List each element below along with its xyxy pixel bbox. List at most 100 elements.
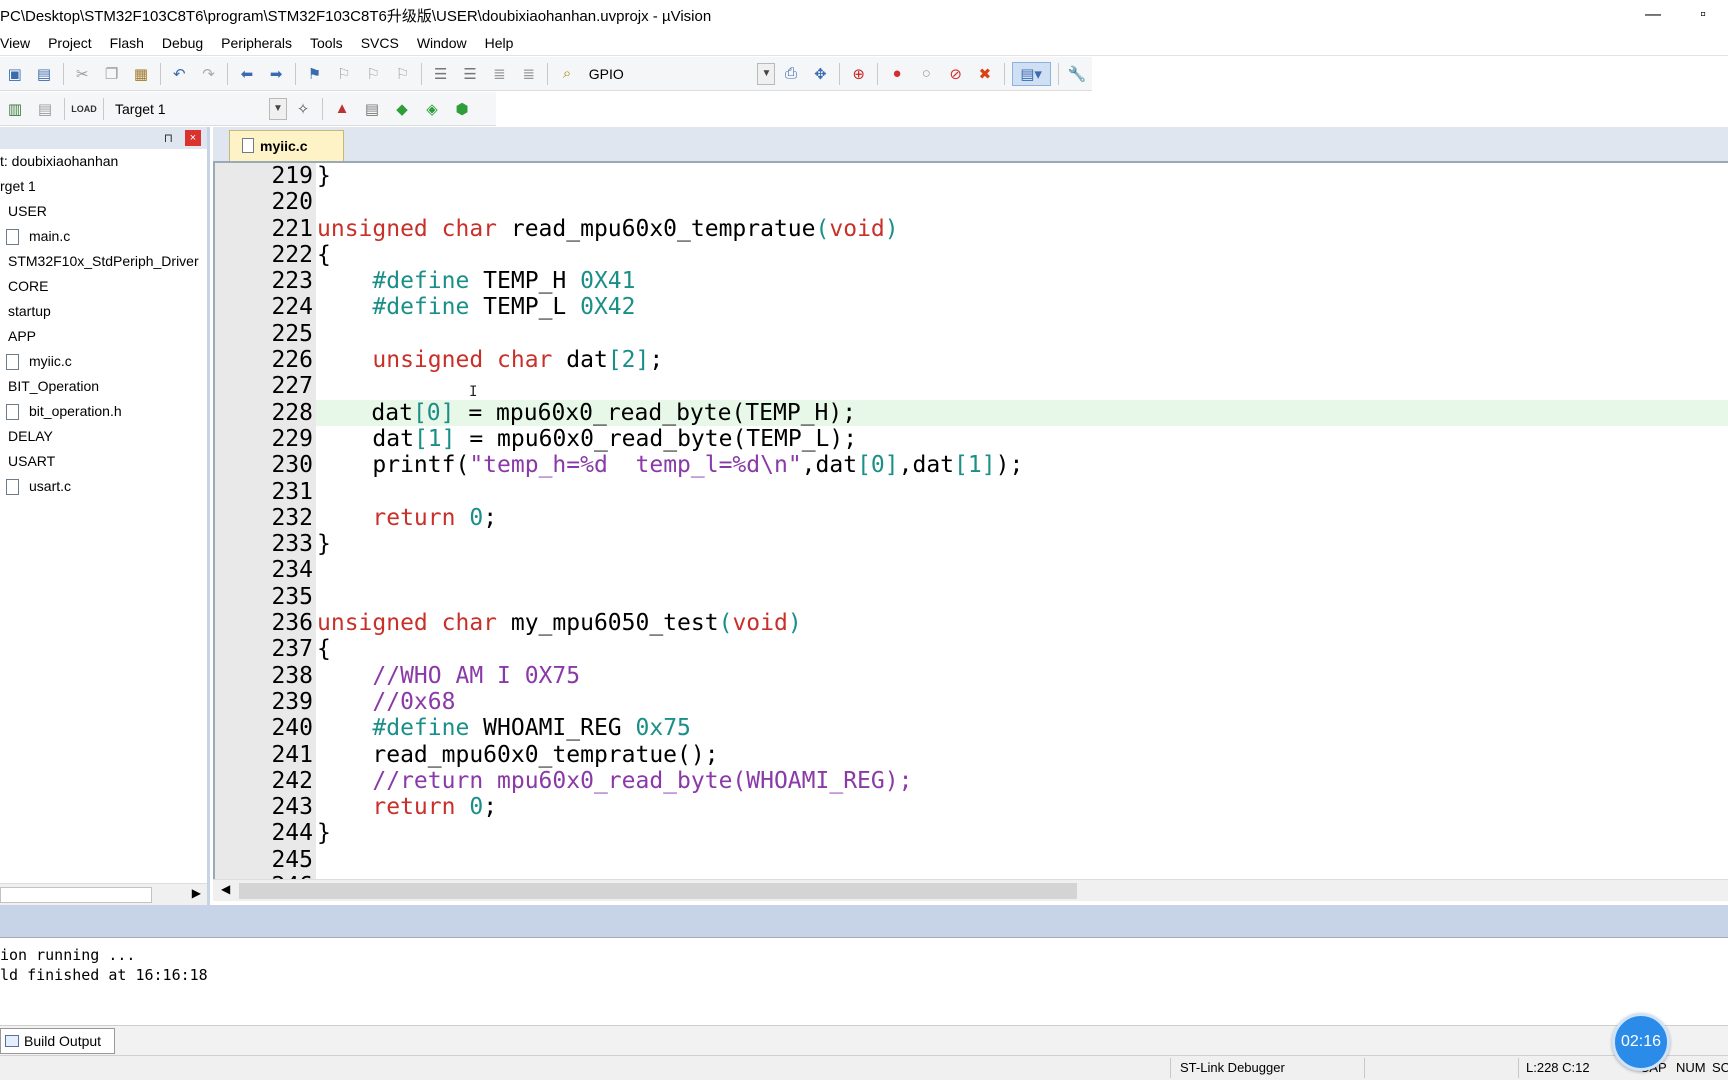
comment-icon[interactable]: ≣ xyxy=(488,62,511,86)
code-line[interactable]: 231 xyxy=(215,479,1728,505)
disable-breakpoint-icon[interactable]: ○ xyxy=(915,62,938,86)
editor-horizontal-scrollbar[interactable]: ◀ xyxy=(213,879,1728,901)
tree-group-item[interactable]: APP xyxy=(0,324,207,349)
tree-group-item[interactable]: USART xyxy=(0,449,207,474)
code-line[interactable]: 219} xyxy=(215,163,1728,189)
breakpoint-icon[interactable]: ● xyxy=(885,62,908,86)
paste-icon[interactable]: ▦ xyxy=(129,62,152,86)
code-line[interactable]: 240 #define WHOAMI_REG 0x75 xyxy=(215,715,1728,741)
code-line[interactable]: 243 return 0; xyxy=(215,794,1728,820)
code-line[interactable]: 225 xyxy=(215,321,1728,347)
find-combo[interactable]: GPIO ▼ xyxy=(582,62,777,86)
tree-file-item[interactable]: bit_operation.h xyxy=(0,399,207,424)
code-line[interactable]: 221 unsigned char read_mpu60x0_tempratue(… xyxy=(215,216,1728,242)
code-line[interactable]: 241 read_mpu60x0_tempratue(); xyxy=(215,742,1728,768)
code-line[interactable]: 232 return 0; xyxy=(215,505,1728,531)
unindent-icon[interactable]: ☰ xyxy=(458,62,481,86)
code-line[interactable]: 233} xyxy=(215,531,1728,557)
code-line[interactable]: 228 dat[0] = mpu60x0_read_byte(TEMP_H); xyxy=(215,399,1728,426)
pane-splitter[interactable] xyxy=(0,905,1728,938)
wrench-icon[interactable]: 🔧 xyxy=(1066,62,1089,86)
chevron-down-icon[interactable]: ▼ xyxy=(757,62,776,85)
code-line[interactable]: 227 xyxy=(215,373,1728,399)
tab-myiic-c[interactable]: myiic.c xyxy=(229,130,344,161)
select-packs-icon[interactable]: ▤ xyxy=(360,97,384,121)
manage-rte-icon[interactable]: ◆ xyxy=(390,97,414,121)
code-line[interactable]: 235 xyxy=(215,584,1728,610)
menu-tools[interactable]: Tools xyxy=(301,30,352,56)
menu-help[interactable]: Help xyxy=(476,30,523,56)
code-line[interactable]: 238 //WHO AM I 0X75 xyxy=(215,663,1728,689)
window-layout-icon[interactable]: ▤▾ xyxy=(1011,61,1051,86)
build-icon[interactable]: ▥ xyxy=(3,97,27,121)
kill-breakpoints-icon[interactable]: ✖ xyxy=(973,62,996,86)
menu-svcs[interactable]: SVCS xyxy=(352,30,408,56)
code-line[interactable]: 222{ xyxy=(215,242,1728,268)
close-icon[interactable]: × xyxy=(185,130,201,146)
menu-window[interactable]: Window xyxy=(408,30,476,56)
navigate-back-icon[interactable]: ⬅ xyxy=(235,62,258,86)
tree-group-item[interactable]: BIT_Operation xyxy=(0,374,207,399)
tree-file-item[interactable]: usart.c xyxy=(0,474,207,499)
menu-view[interactable]: View xyxy=(0,30,39,56)
code-line[interactable]: 229 dat[1] = mpu60x0_read_byte(TEMP_L); xyxy=(215,426,1728,452)
event-recorder-icon[interactable]: ⬢ xyxy=(450,97,474,121)
scrollbar-thumb[interactable] xyxy=(239,883,1077,899)
pack-installer-icon[interactable]: ◈ xyxy=(420,97,444,121)
scrollbar-thumb[interactable] xyxy=(0,887,152,903)
code-line[interactable]: 220 xyxy=(215,189,1728,215)
scroll-right-icon[interactable]: ▶ xyxy=(192,886,201,900)
code-line[interactable]: 230 printf("temp_h=%d temp_l=%d\n",dat[0… xyxy=(215,452,1728,478)
download-icon[interactable]: LOAD xyxy=(71,97,97,121)
code-line[interactable]: 242 //return mpu60x0_read_byte(WHOAMI_RE… xyxy=(215,768,1728,794)
chevron-down-icon[interactable]: ▼ xyxy=(269,97,287,120)
code-line[interactable]: 223 #define TEMP_H 0X41 xyxy=(215,268,1728,294)
target-select[interactable]: Target 1 ▼ xyxy=(108,97,288,121)
prev-bookmark-icon[interactable]: ⚐ xyxy=(332,62,355,86)
tree-group-item[interactable]: startup xyxy=(0,299,207,324)
clear-bookmarks-icon[interactable]: ⚐ xyxy=(391,62,414,86)
disable-all-breakpoints-icon[interactable]: ⊘ xyxy=(944,62,967,86)
code-line[interactable]: 239 //0x68 xyxy=(215,689,1728,715)
minimize-button[interactable]: — xyxy=(1628,6,1678,24)
scroll-left-icon[interactable]: ◀ xyxy=(221,882,230,896)
code-line[interactable]: 226 unsigned char dat[2]; xyxy=(215,347,1728,373)
code-line[interactable]: 224 #define TEMP_L 0X42 xyxy=(215,294,1728,320)
find-in-files-icon[interactable]: ⌕ xyxy=(555,62,578,86)
code-line[interactable]: 234 xyxy=(215,557,1728,583)
undo-icon[interactable]: ↶ xyxy=(168,62,191,86)
rebuild-icon[interactable]: ▤ xyxy=(33,97,57,121)
target-options-icon[interactable]: ✧ xyxy=(291,97,315,121)
copy-icon[interactable]: ❐ xyxy=(100,62,123,86)
tree-file-item[interactable]: myiic.c xyxy=(0,349,207,374)
manage-project-icon[interactable]: ▲ xyxy=(330,97,354,121)
configure-icon[interactable]: ✥ xyxy=(809,62,832,86)
copy-files-icon[interactable]: ▤ xyxy=(32,62,55,86)
tree-group-item[interactable]: USER xyxy=(0,199,207,224)
code-line[interactable]: 245 xyxy=(215,847,1728,873)
menu-debug[interactable]: Debug xyxy=(153,30,212,56)
menu-flash[interactable]: Flash xyxy=(101,30,153,56)
save-all-icon[interactable]: ▣ xyxy=(3,62,26,86)
code-line[interactable]: 237{ xyxy=(215,636,1728,662)
project-horizontal-scrollbar[interactable]: ▶ xyxy=(0,883,207,905)
navigate-forward-icon[interactable]: ➡ xyxy=(265,62,288,86)
tree-group-item[interactable]: STM32F10x_StdPeriph_Driver xyxy=(0,249,207,274)
tab-build-output[interactable]: Build Output xyxy=(0,1028,115,1054)
code-line[interactable]: 236 unsigned char my_mpu6050_test(void) xyxy=(215,610,1728,636)
next-bookmark-icon[interactable]: ⚐ xyxy=(361,62,384,86)
recording-timer-badge[interactable]: 02:16 xyxy=(1612,1013,1670,1071)
menu-peripherals[interactable]: Peripherals xyxy=(212,30,301,56)
code-editor[interactable]: 219} 220 221 unsigned char read_mpu60x0_tem… xyxy=(213,161,1728,879)
tree-file-item[interactable]: main.c xyxy=(0,224,207,249)
indent-icon[interactable]: ☰ xyxy=(429,62,452,86)
restore-button[interactable]: ▫ xyxy=(1678,6,1728,24)
uncomment-icon[interactable]: ≣ xyxy=(517,62,540,86)
cut-icon[interactable]: ✂ xyxy=(71,62,94,86)
tree-group-item[interactable]: t: doubixiaohanhan xyxy=(0,149,207,174)
redo-icon[interactable]: ↷ xyxy=(197,62,220,86)
incremental-find-icon[interactable]: ⎙ xyxy=(779,62,802,86)
tree-group-item[interactable]: CORE xyxy=(0,274,207,299)
code-line[interactable]: 244} xyxy=(215,820,1728,846)
start-debug-icon[interactable]: ⊕ xyxy=(847,62,870,86)
